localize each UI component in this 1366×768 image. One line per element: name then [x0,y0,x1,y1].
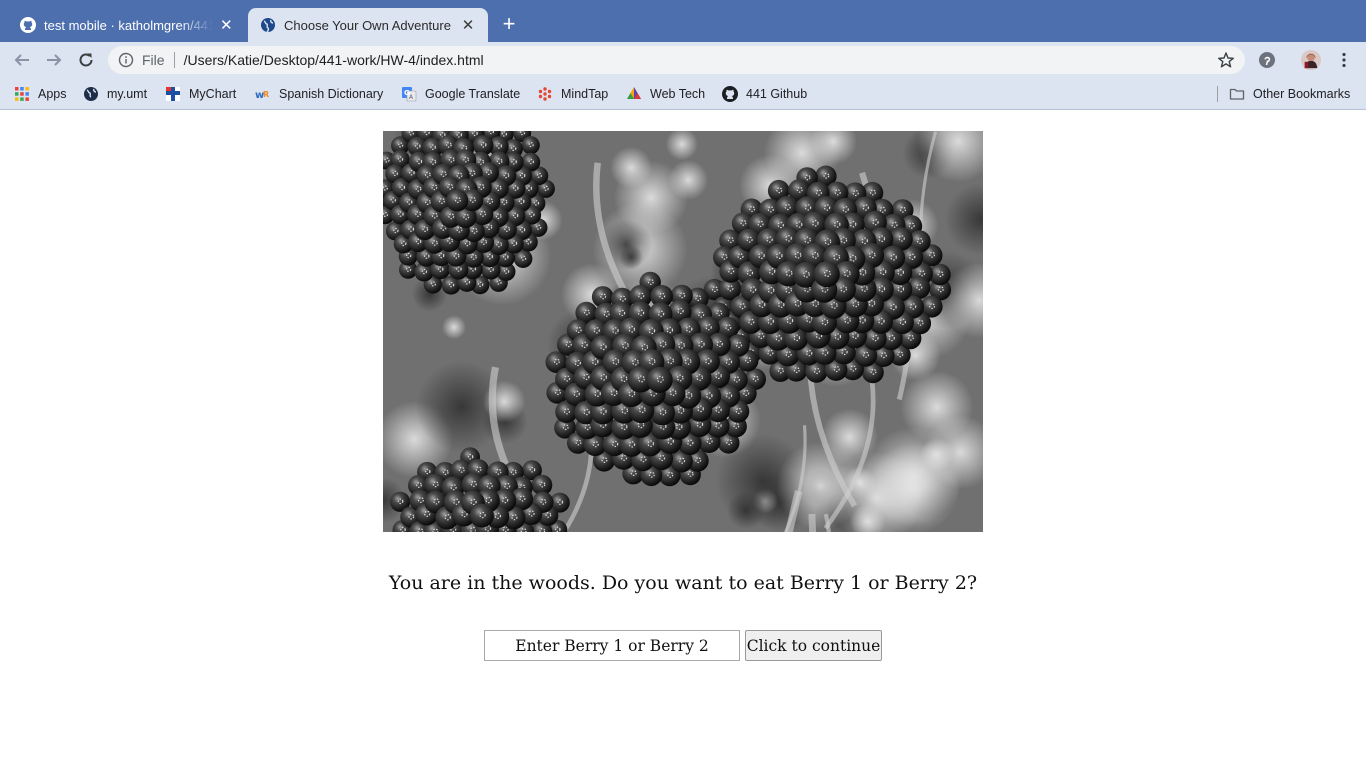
bookmark-label: 441 Github [746,87,808,101]
forward-button[interactable] [42,49,66,71]
bookmark-my-umt[interactable]: my.umt [83,85,147,103]
browser-toolbar: File /Users/Katie/Desktop/441-work/HW-4/… [0,42,1366,78]
github-icon [722,86,738,102]
star-icon[interactable] [1217,51,1235,69]
bookmark-label: Web Tech [650,87,706,101]
svg-text:R: R [263,90,269,99]
bookmark-label: Spanish Dictionary [279,87,384,101]
tab-strip: test mobile · katholmgren/441- ✕ Choose … [0,0,1366,42]
bookmark-label: my.umt [107,87,148,101]
bookmark-apps[interactable]: Apps [14,85,67,103]
close-icon[interactable]: ✕ [219,17,234,33]
bookmark-mychart[interactable]: MyChart [165,85,236,103]
bookmark-google-translate[interactable]: GA Google Translate [401,85,520,103]
bookmark-web-tech[interactable]: Web Tech [626,85,705,103]
address-bar[interactable]: File /Users/Katie/Desktop/441-work/HW-4/… [108,46,1245,74]
google-translate-icon: GA [401,86,417,102]
divider [173,52,175,68]
bookmark-spanish-dictionary[interactable]: wR Spanish Dictionary [255,85,383,103]
webtech-icon [626,86,642,102]
mychart-icon [165,86,181,102]
other-bookmarks[interactable]: Other Bookmarks [1229,85,1350,103]
info-icon[interactable] [118,52,134,68]
tab-title: Choose Your Own Adventure [284,17,451,33]
mindtap-icon [537,86,553,102]
reload-button[interactable] [74,49,98,71]
pinterest-icon[interactable] [1257,50,1277,70]
url-text[interactable]: /Users/Katie/Desktop/441-work/HW-4/index… [184,52,484,68]
reload-icon [79,53,93,67]
bookmark-label: Apps [38,87,67,101]
globe-icon [83,86,99,102]
scheme-label: File [142,52,165,68]
bookmark-label: Google Translate [425,87,521,101]
bookmark-label: MyChart [189,87,237,101]
bookmark-label: MindTap [561,87,609,101]
story-prompt: You are in the woods. Do you want to eat… [388,572,978,594]
bookmark-mindtap[interactable]: MindTap [537,85,608,103]
tab-github[interactable]: test mobile · katholmgren/441- ✕ [8,8,246,42]
bookmark-441-github[interactable]: 441 Github [722,85,807,103]
apps-grid-icon [14,86,30,102]
back-button[interactable] [10,49,34,71]
menu-icon[interactable] [1334,50,1354,70]
globe-icon [260,17,276,33]
close-icon[interactable]: ✕ [460,17,476,33]
folder-icon [1229,86,1245,102]
arrow-right-icon [47,54,62,66]
berries-photo [383,131,983,532]
spanishdict-icon: wR [255,86,271,102]
page-content: You are in the woods. Do you want to eat… [0,111,1366,768]
bookmarks-bar: Apps my.umt MyChart wR Spanish Dictionar… [0,78,1366,110]
arrow-left-icon [14,54,29,66]
new-tab-button[interactable]: + [498,13,520,35]
continue-button[interactable]: Click to continue [745,630,882,661]
github-icon [20,17,36,33]
berry-choice-input[interactable] [484,630,740,661]
tab-choose-your-own-adventure[interactable]: Choose Your Own Adventure ✕ [248,8,488,42]
divider [1217,86,1218,102]
bookmark-label: Other Bookmarks [1253,87,1351,101]
avatar[interactable] [1301,50,1321,70]
tab-title: test mobile · katholmgren/441- [44,17,213,33]
